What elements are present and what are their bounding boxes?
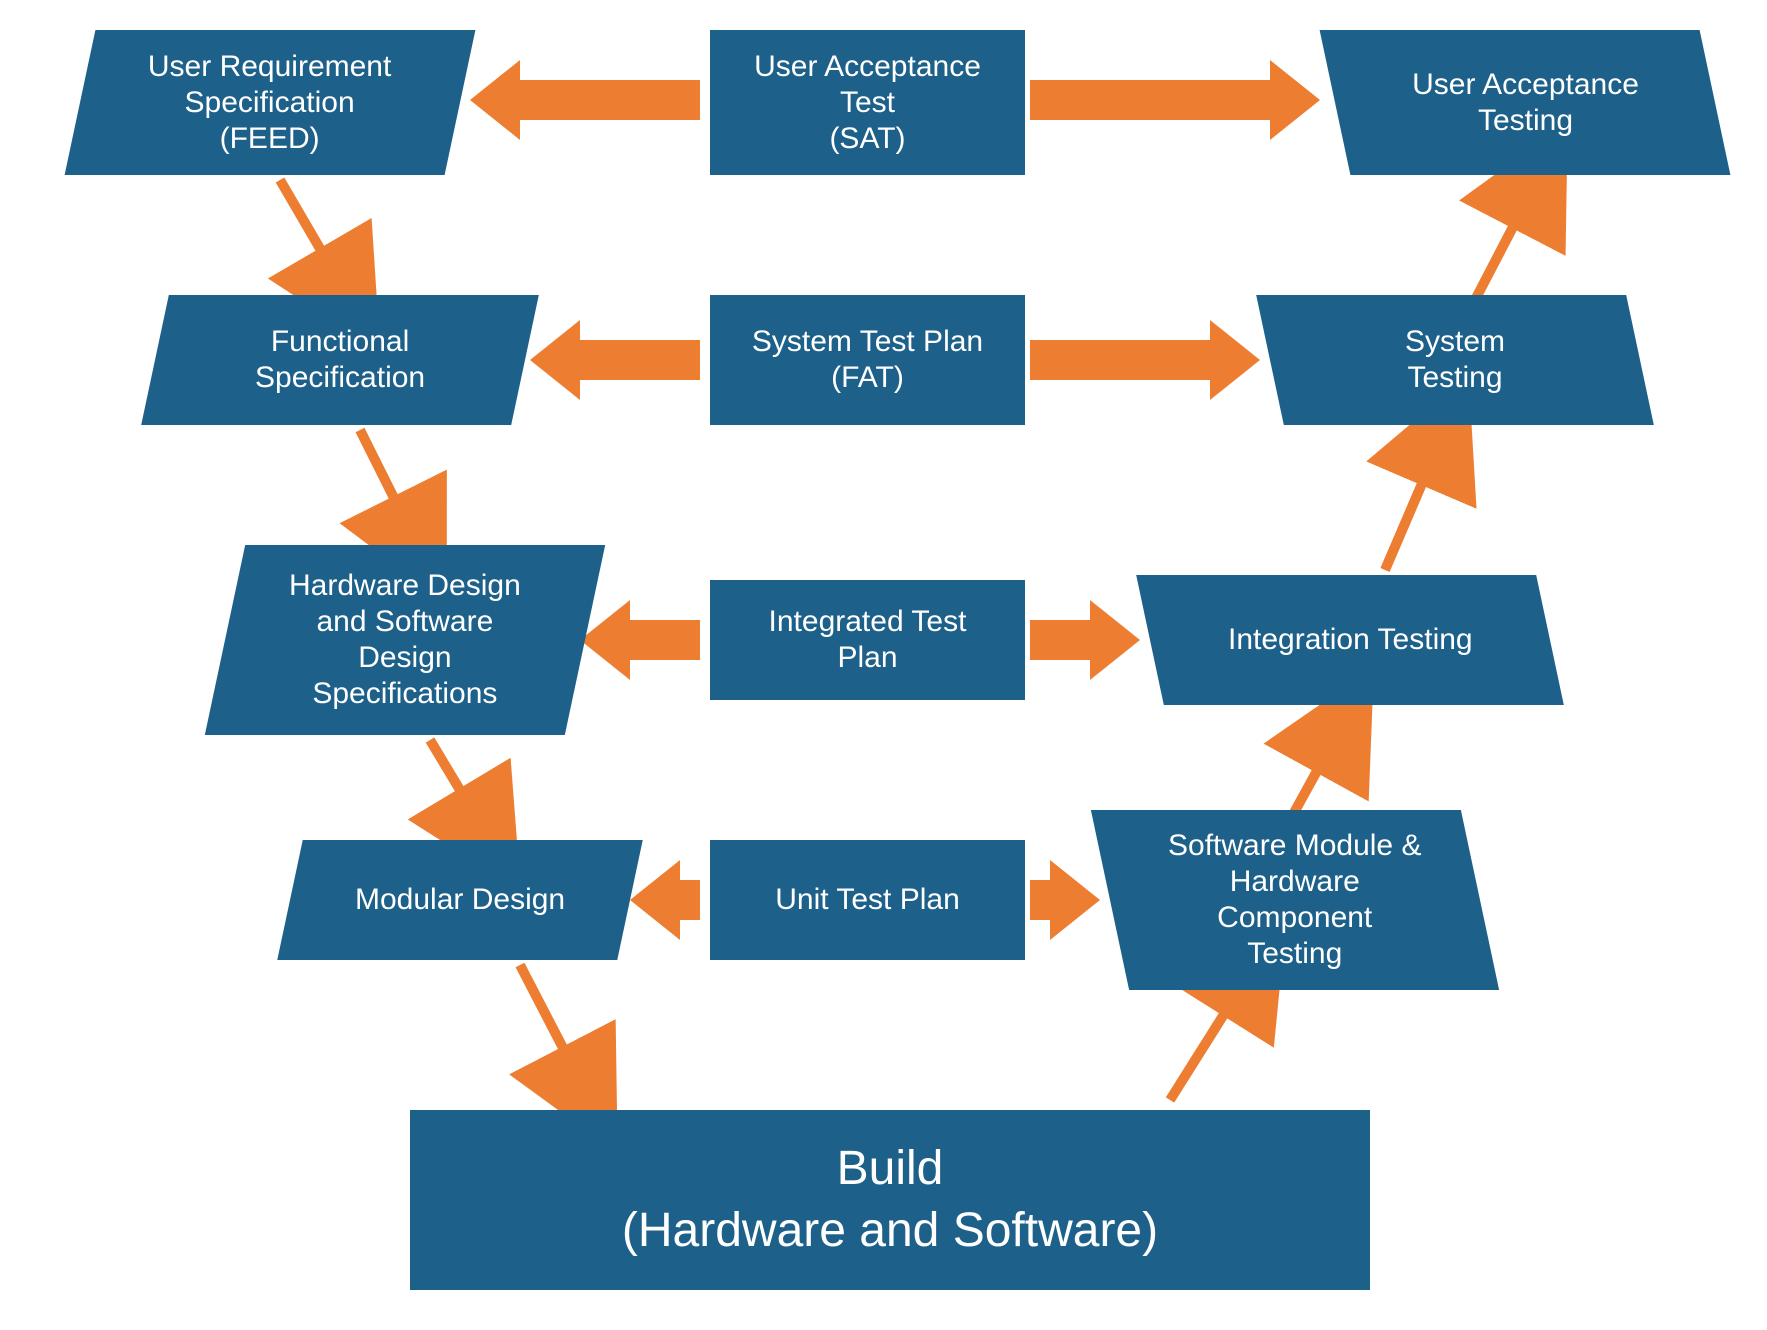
box-left-2-label: Hardware Design and Software Design Spec… (289, 568, 521, 712)
box-center-2: Integrated Test Plan (710, 580, 1025, 700)
text: Testing (1247, 937, 1342, 970)
box-left-3: Modular Design (277, 840, 643, 960)
text: (SAT) (829, 122, 905, 155)
box-center-1: System Test Plan (FAT) (710, 295, 1025, 425)
text: Build (837, 1142, 944, 1195)
box-right-3-label: Software Module & Hardware Component Tes… (1168, 828, 1421, 972)
text: Modular Design (355, 883, 565, 916)
text: User Acceptance (1412, 68, 1639, 101)
box-center-1-label: System Test Plan (FAT) (752, 324, 983, 396)
box-left-1: Functional Specification (141, 295, 539, 425)
text: (Hardware and Software) (622, 1204, 1158, 1257)
v-model-diagram: User Requirement Specification (FEED) Us… (0, 0, 1767, 1330)
box-right-3: Software Module & Hardware Component Tes… (1091, 810, 1499, 990)
text: Integrated Test (769, 605, 967, 638)
text: Functional (271, 325, 409, 358)
text: System Test Plan (752, 325, 983, 358)
text: Software Module & (1168, 829, 1421, 862)
text: Testing (1477, 104, 1572, 137)
box-right-0-label: User Acceptance Testing (1412, 67, 1639, 139)
box-left-1-label: Functional Specification (255, 324, 425, 396)
box-center-3: Unit Test Plan (710, 840, 1025, 960)
box-center-3-label: Unit Test Plan (775, 882, 960, 918)
box-bottom-label: Build (Hardware and Software) (622, 1138, 1158, 1263)
box-right-2: Integration Testing (1136, 575, 1564, 705)
box-center-2-label: Integrated Test Plan (769, 604, 967, 676)
text: Test (840, 86, 895, 119)
text: Component (1217, 901, 1372, 934)
text: Testing (1407, 361, 1502, 394)
text: Design (358, 641, 451, 674)
text: Hardware (1230, 865, 1360, 898)
text: Specification (185, 86, 355, 119)
box-left-2: Hardware Design and Software Design Spec… (205, 545, 605, 735)
text: and Software (317, 605, 494, 638)
box-right-2-label: Integration Testing (1228, 622, 1473, 658)
box-bottom-build: Build (Hardware and Software) (410, 1110, 1370, 1290)
text: User Requirement (148, 50, 391, 83)
text: Specifications (312, 677, 497, 710)
box-right-1-label: System Testing (1405, 324, 1505, 396)
text: System (1405, 325, 1505, 358)
box-right-0: User Acceptance Testing (1320, 30, 1731, 175)
text: (FAT) (831, 361, 904, 394)
box-left-3-label: Modular Design (355, 882, 565, 918)
text: Hardware Design (289, 569, 521, 602)
text: User Acceptance (754, 50, 981, 83)
box-center-0: User Acceptance Test (SAT) (710, 30, 1025, 175)
box-right-1: System Testing (1256, 295, 1654, 425)
box-left-0-label: User Requirement Specification (FEED) (148, 49, 391, 157)
text: (FEED) (220, 122, 320, 155)
box-center-0-label: User Acceptance Test (SAT) (754, 49, 981, 157)
text: Unit Test Plan (775, 883, 960, 916)
text: Integration Testing (1228, 623, 1473, 656)
text: Plan (837, 641, 897, 674)
text: Specification (255, 361, 425, 394)
box-left-0: User Requirement Specification (FEED) (65, 30, 476, 175)
